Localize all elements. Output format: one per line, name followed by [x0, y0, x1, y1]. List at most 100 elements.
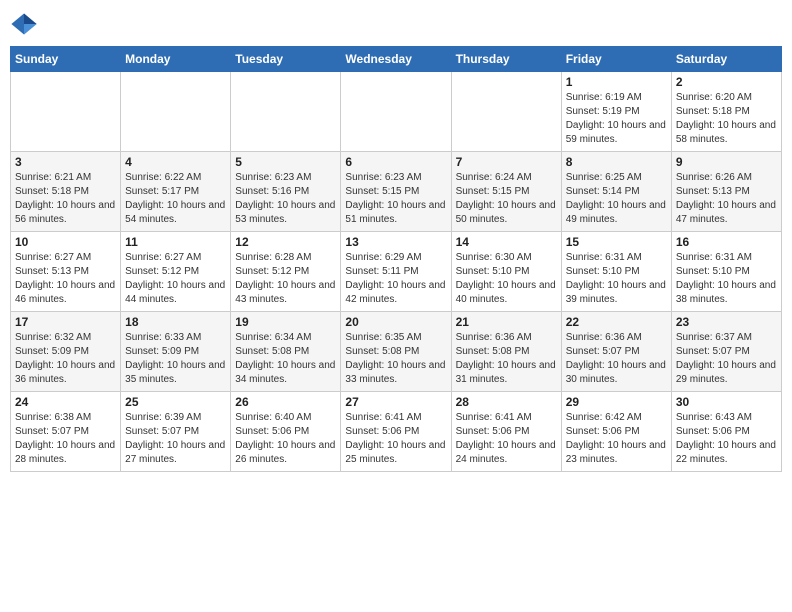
calendar-cell: 1Sunrise: 6:19 AMSunset: 5:19 PMDaylight…: [561, 72, 671, 152]
logo: [10, 10, 42, 38]
calendar-cell: [11, 72, 121, 152]
day-info: Sunrise: 6:38 AMSunset: 5:07 PMDaylight:…: [15, 411, 116, 467]
day-info: Sunrise: 6:19 AMSunset: 5:19 PMDaylight:…: [566, 91, 667, 147]
day-info: Sunrise: 6:25 AMSunset: 5:14 PMDaylight:…: [566, 171, 667, 227]
day-info: Sunrise: 6:22 AMSunset: 5:17 PMDaylight:…: [125, 171, 226, 227]
day-number: 6: [345, 155, 446, 169]
calendar-cell: 24 Sunrise: 6:38 AMSunset: 5:07 PMDayligh…: [11, 392, 121, 472]
day-number: 27: [345, 395, 446, 409]
day-info: Sunrise: 6:31 AMSunset: 5:10 PMDaylight:…: [566, 251, 667, 307]
day-info: Sunrise: 6:31 AMSunset: 5:10 PMDaylight:…: [676, 251, 777, 307]
calendar-cell: 12 Sunrise: 6:28 AMSunset: 5:12 PMDayligh…: [231, 232, 341, 312]
day-info: Sunrise: 6:41 AMSunset: 5:06 PMDaylight:…: [456, 411, 557, 467]
day-number: 16: [676, 235, 777, 249]
day-number: 28: [456, 395, 557, 409]
calendar-cell: 27 Sunrise: 6:41 AMSunset: 5:06 PMDayligh…: [341, 392, 451, 472]
weekday-header: Friday: [561, 47, 671, 72]
calendar-cell: 3 Sunrise: 6:21 AMSunset: 5:18 PMDaylight…: [11, 152, 121, 232]
day-info: Sunrise: 6:33 AMSunset: 5:09 PMDaylight:…: [125, 331, 226, 387]
calendar-cell: 6 Sunrise: 6:23 AMSunset: 5:15 PMDaylight…: [341, 152, 451, 232]
day-info: Sunrise: 6:21 AMSunset: 5:18 PMDaylight:…: [15, 171, 116, 227]
day-number: 10: [15, 235, 116, 249]
calendar-cell: 20Sunrise: 6:35 AMSunset: 5:08 PMDayligh…: [341, 312, 451, 392]
calendar-cell: [231, 72, 341, 152]
calendar-cell: [341, 72, 451, 152]
day-info: Sunrise: 6:34 AMSunset: 5:08 PMDaylight:…: [235, 331, 336, 387]
calendar-cell: 29Sunrise: 6:42 AMSunset: 5:06 PMDayligh…: [561, 392, 671, 472]
calendar-cell: 13Sunrise: 6:29 AMSunset: 5:11 PMDayligh…: [341, 232, 451, 312]
day-number: 24: [15, 395, 116, 409]
day-info: Sunrise: 6:23 AMSunset: 5:15 PMDaylight:…: [345, 171, 446, 227]
calendar-cell: 2Sunrise: 6:20 AMSunset: 5:18 PMDaylight…: [671, 72, 781, 152]
calendar-cell: 16 Sunrise: 6:31 AMSunset: 5:10 PMDayligh…: [671, 232, 781, 312]
day-info: Sunrise: 6:27 AMSunset: 5:12 PMDaylight:…: [125, 251, 226, 307]
calendar-cell: [451, 72, 561, 152]
day-number: 23: [676, 315, 777, 329]
calendar-cell: [121, 72, 231, 152]
day-number: 20: [345, 315, 446, 329]
calendar-cell: 15 Sunrise: 6:31 AMSunset: 5:10 PMDayligh…: [561, 232, 671, 312]
day-number: 11: [125, 235, 226, 249]
day-number: 7: [456, 155, 557, 169]
calendar-cell: 18 Sunrise: 6:33 AMSunset: 5:09 PMDayligh…: [121, 312, 231, 392]
day-number: 17: [15, 315, 116, 329]
calendar-cell: 5 Sunrise: 6:23 AMSunset: 5:16 PMDaylight…: [231, 152, 341, 232]
weekday-header: Tuesday: [231, 47, 341, 72]
weekday-header: Wednesday: [341, 47, 451, 72]
calendar-cell: 8Sunrise: 6:25 AMSunset: 5:14 PMDaylight…: [561, 152, 671, 232]
calendar-week-row: 24 Sunrise: 6:38 AMSunset: 5:07 PMDayligh…: [11, 392, 782, 472]
day-info: Sunrise: 6:37 AMSunset: 5:07 PMDaylight:…: [676, 331, 777, 387]
calendar-cell: 26Sunrise: 6:40 AMSunset: 5:06 PMDayligh…: [231, 392, 341, 472]
day-number: 18: [125, 315, 226, 329]
day-number: 15: [566, 235, 667, 249]
day-number: 9: [676, 155, 777, 169]
day-info: Sunrise: 6:27 AMSunset: 5:13 PMDaylight:…: [15, 251, 116, 307]
day-info: Sunrise: 6:28 AMSunset: 5:12 PMDaylight:…: [235, 251, 336, 307]
day-info: Sunrise: 6:36 AMSunset: 5:07 PMDaylight:…: [566, 331, 667, 387]
calendar-cell: 7 Sunrise: 6:24 AMSunset: 5:15 PMDaylight…: [451, 152, 561, 232]
day-info: Sunrise: 6:36 AMSunset: 5:08 PMDaylight:…: [456, 331, 557, 387]
day-info: Sunrise: 6:23 AMSunset: 5:16 PMDaylight:…: [235, 171, 336, 227]
calendar-cell: 22 Sunrise: 6:36 AMSunset: 5:07 PMDayligh…: [561, 312, 671, 392]
calendar-cell: 17 Sunrise: 6:32 AMSunset: 5:09 PMDayligh…: [11, 312, 121, 392]
weekday-header-row: SundayMondayTuesdayWednesdayThursdayFrid…: [11, 47, 782, 72]
day-info: Sunrise: 6:41 AMSunset: 5:06 PMDaylight:…: [345, 411, 446, 467]
day-info: Sunrise: 6:26 AMSunset: 5:13 PMDaylight:…: [676, 171, 777, 227]
weekday-header: Saturday: [671, 47, 781, 72]
calendar-cell: 19Sunrise: 6:34 AMSunset: 5:08 PMDayligh…: [231, 312, 341, 392]
logo-icon: [10, 10, 38, 38]
day-number: 5: [235, 155, 336, 169]
day-number: 25: [125, 395, 226, 409]
weekday-header: Sunday: [11, 47, 121, 72]
calendar-cell: 10 Sunrise: 6:27 AMSunset: 5:13 PMDayligh…: [11, 232, 121, 312]
calendar-table: SundayMondayTuesdayWednesdayThursdayFrid…: [10, 46, 782, 472]
calendar-cell: 30 Sunrise: 6:43 AMSunset: 5:06 PMDayligh…: [671, 392, 781, 472]
weekday-header: Monday: [121, 47, 231, 72]
day-number: 3: [15, 155, 116, 169]
day-number: 30: [676, 395, 777, 409]
calendar-cell: 4Sunrise: 6:22 AMSunset: 5:17 PMDaylight…: [121, 152, 231, 232]
day-info: Sunrise: 6:39 AMSunset: 5:07 PMDaylight:…: [125, 411, 226, 467]
day-number: 2: [676, 75, 777, 89]
day-info: Sunrise: 6:43 AMSunset: 5:06 PMDaylight:…: [676, 411, 777, 467]
calendar-cell: 23 Sunrise: 6:37 AMSunset: 5:07 PMDayligh…: [671, 312, 781, 392]
page-header: [10, 10, 782, 38]
day-number: 22: [566, 315, 667, 329]
weekday-header: Thursday: [451, 47, 561, 72]
calendar-week-row: 17 Sunrise: 6:32 AMSunset: 5:09 PMDayligh…: [11, 312, 782, 392]
day-number: 26: [235, 395, 336, 409]
day-info: Sunrise: 6:32 AMSunset: 5:09 PMDaylight:…: [15, 331, 116, 387]
calendar-cell: 14Sunrise: 6:30 AMSunset: 5:10 PMDayligh…: [451, 232, 561, 312]
day-number: 14: [456, 235, 557, 249]
calendar-week-row: 10 Sunrise: 6:27 AMSunset: 5:13 PMDayligh…: [11, 232, 782, 312]
calendar-cell: 21Sunrise: 6:36 AMSunset: 5:08 PMDayligh…: [451, 312, 561, 392]
calendar-cell: 11 Sunrise: 6:27 AMSunset: 5:12 PMDayligh…: [121, 232, 231, 312]
calendar-cell: 28 Sunrise: 6:41 AMSunset: 5:06 PMDayligh…: [451, 392, 561, 472]
day-info: Sunrise: 6:42 AMSunset: 5:06 PMDaylight:…: [566, 411, 667, 467]
calendar-week-row: 1Sunrise: 6:19 AMSunset: 5:19 PMDaylight…: [11, 72, 782, 152]
day-info: Sunrise: 6:29 AMSunset: 5:11 PMDaylight:…: [345, 251, 446, 307]
day-number: 12: [235, 235, 336, 249]
calendar-cell: 9 Sunrise: 6:26 AMSunset: 5:13 PMDaylight…: [671, 152, 781, 232]
calendar-cell: 25 Sunrise: 6:39 AMSunset: 5:07 PMDayligh…: [121, 392, 231, 472]
day-info: Sunrise: 6:24 AMSunset: 5:15 PMDaylight:…: [456, 171, 557, 227]
